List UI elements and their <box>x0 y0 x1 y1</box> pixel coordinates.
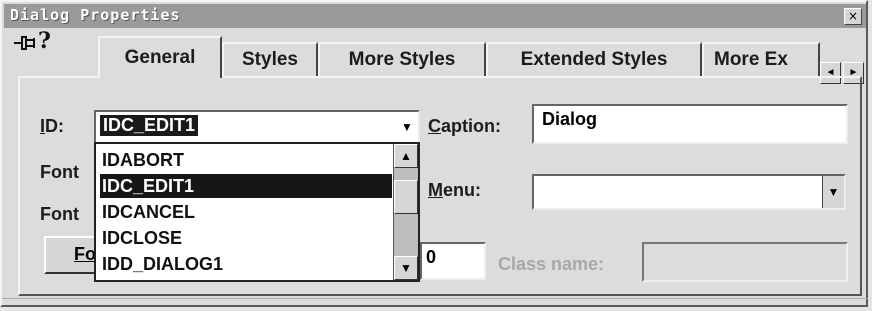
menu-label: Menu: <box>428 180 481 200</box>
scroll-down-arrow-icon[interactable]: ▼ <box>394 256 418 280</box>
pushpin-icon[interactable] <box>12 32 38 54</box>
class-name-input <box>642 242 848 282</box>
xpos-input[interactable]: 0 <box>420 242 486 280</box>
id-label: ID: <box>40 116 65 136</box>
divider <box>2 298 868 299</box>
list-item[interactable]: IDABORT <box>100 148 392 172</box>
tab-more-extended[interactable]: More Ex <box>702 42 820 76</box>
close-button[interactable]: × <box>844 8 862 25</box>
tab-extended-styles[interactable]: Extended Styles <box>486 42 702 76</box>
dialog-window: Dialog Properties × ? General Styles Mor… <box>0 0 868 307</box>
list-item[interactable]: IDCANCEL <box>100 200 392 224</box>
font-name-label: Font <box>40 162 79 182</box>
menu-combo[interactable]: ▼ <box>532 174 846 210</box>
scroll-up-arrow-icon[interactable]: ▲ <box>394 144 418 168</box>
tab-more-styles[interactable]: More Styles <box>318 42 486 76</box>
class-name-label: Class name: <box>498 254 605 274</box>
scroll-thumb[interactable] <box>394 180 418 214</box>
id-combo[interactable]: IDC_EDIT1 ▼ <box>94 110 420 144</box>
list-scrollbar[interactable]: ▲ ▼ <box>393 144 418 280</box>
id-dropdown-arrow-icon[interactable]: ▼ <box>396 112 418 142</box>
list-item-selected[interactable]: IDC_EDIT1 <box>100 174 392 198</box>
id-dropdown-list[interactable]: IDABORT IDC_EDIT1 IDCANCEL IDCLOSE IDD_D… <box>94 142 420 282</box>
help-icon[interactable]: ? <box>38 28 51 54</box>
caption-label: Caption: <box>428 116 501 136</box>
list-item[interactable]: IDD_DIALOG1 <box>100 252 392 276</box>
id-combo-value: IDC_EDIT1 <box>100 115 199 136</box>
list-item[interactable]: IDCLOSE <box>100 226 392 250</box>
title-bar[interactable]: Dialog Properties × <box>4 4 866 28</box>
tab-general[interactable]: General <box>98 36 222 78</box>
menu-dropdown-arrow-icon[interactable]: ▼ <box>822 176 844 208</box>
font-size-label: Font <box>40 204 79 224</box>
tab-styles[interactable]: Styles <box>222 42 318 76</box>
caption-input[interactable]: Dialog <box>532 104 848 144</box>
window-title: Dialog Properties <box>10 6 181 24</box>
